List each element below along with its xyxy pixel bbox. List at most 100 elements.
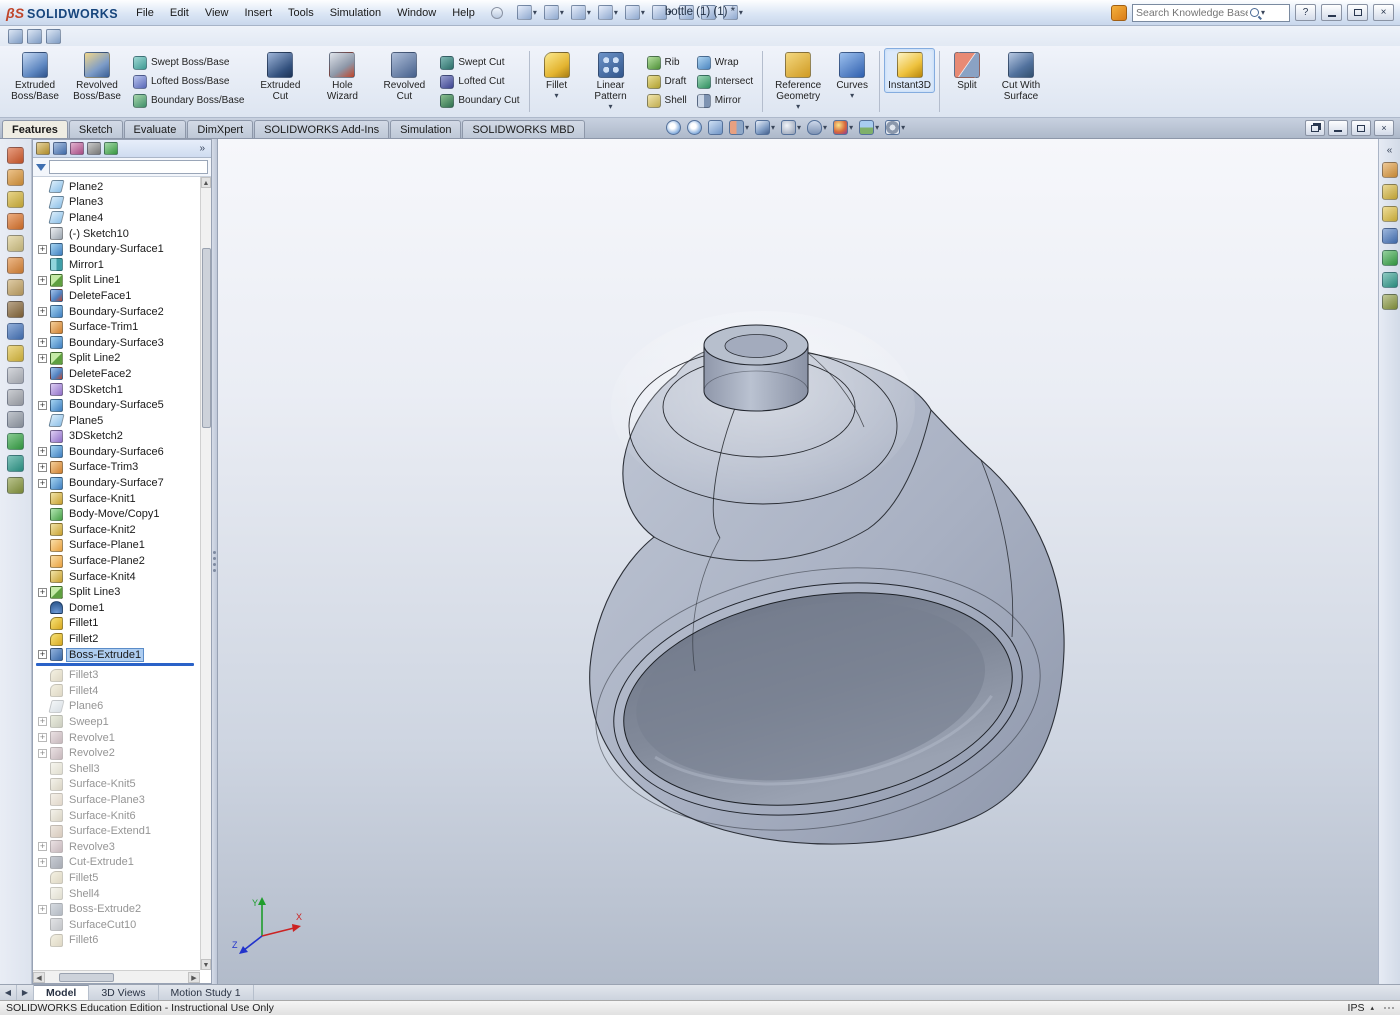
linear-pattern-button[interactable]: Linear Pattern▾: [580, 48, 642, 112]
tree-item-sweep1[interactable]: +Sweep1: [33, 714, 200, 730]
units-caret-icon[interactable]: ▴: [1370, 1004, 1374, 1012]
tab-features[interactable]: Features: [2, 120, 68, 138]
tree-item-mirror1[interactable]: Mirror1: [33, 257, 200, 273]
section-view-caret-icon[interactable]: ▾: [745, 124, 749, 132]
tree-hscroll-thumb[interactable]: [59, 973, 114, 982]
undo-caret-icon[interactable]: ▾: [641, 9, 645, 17]
expand-toggle-icon[interactable]: +: [38, 401, 47, 410]
tree-item-boss-extrude2[interactable]: +Boss-Extrude2: [33, 901, 200, 917]
rollback-bar[interactable]: [36, 663, 194, 666]
undo-button[interactable]: ▾: [623, 4, 647, 21]
tree-item-deleteface2[interactable]: DeleteFace2: [33, 366, 200, 382]
tree-item-boss-extrude1[interactable]: +Boss-Extrude1: [33, 647, 200, 663]
left-tool-4-icon[interactable]: [7, 213, 24, 230]
tree-item-surface-plane2[interactable]: Surface-Plane2: [33, 553, 200, 569]
configuration-manager-tab[interactable]: [70, 142, 84, 155]
split-button[interactable]: Split: [944, 48, 990, 93]
edit-appearance-caret-icon[interactable]: ▾: [849, 124, 853, 132]
cut-with-surface-button[interactable]: Cut With Surface: [990, 48, 1052, 104]
expand-toggle-icon[interactable]: +: [38, 307, 47, 316]
left-tool-12-icon[interactable]: [7, 389, 24, 406]
tree-item-plane4[interactable]: Plane4: [33, 210, 200, 226]
save-caret-icon[interactable]: ▾: [587, 9, 591, 17]
neck-inner-edge[interactable]: [725, 335, 787, 358]
tree-item-revolve1[interactable]: +Revolve1: [33, 730, 200, 746]
tree-item-body-move-copy1[interactable]: Body-Move/Copy1: [33, 506, 200, 522]
tree-item-split-line3[interactable]: +Split Line3: [33, 584, 200, 600]
search-input[interactable]: [1136, 7, 1248, 19]
tree-item-split-line1[interactable]: +Split Line1: [33, 273, 200, 289]
expand-toggle-icon[interactable]: +: [38, 733, 47, 742]
tree-item-surface-knit5[interactable]: Surface-Knit5: [33, 777, 200, 793]
tree-item-boundary-surface5[interactable]: +Boundary-Surface5: [33, 397, 200, 413]
left-tool-9-icon[interactable]: [7, 323, 24, 340]
expand-toggle-icon[interactable]: +: [38, 717, 47, 726]
tree-item-surface-trim1[interactable]: Surface-Trim1: [33, 319, 200, 335]
home-icon[interactable]: [1382, 162, 1398, 178]
open-caret-icon[interactable]: ▾: [560, 9, 564, 17]
left-tool-6-icon[interactable]: [7, 257, 24, 274]
left-tool-2-icon[interactable]: [7, 169, 24, 186]
extruded-cut-button[interactable]: Extruded Cut: [249, 48, 311, 104]
section-view-button[interactable]: ▾: [727, 119, 751, 136]
tab-dimxpert[interactable]: DimXpert: [187, 120, 253, 138]
apply-scene-caret-icon[interactable]: ▾: [875, 124, 879, 132]
curves-button[interactable]: Curves▾: [829, 48, 875, 101]
tree-item-plane3[interactable]: Plane3: [33, 195, 200, 211]
tree-item-3dsketch1[interactable]: 3DSketch1: [33, 382, 200, 398]
left-tool-13-icon[interactable]: [7, 411, 24, 428]
tree-item-surface-extend1[interactable]: Surface-Extend1: [33, 823, 200, 839]
minimize-button[interactable]: [1321, 4, 1342, 21]
view-orientation-caret-icon[interactable]: ▾: [771, 124, 775, 132]
mirror-button[interactable]: Mirror: [692, 91, 758, 110]
tree-item-3dsketch2[interactable]: 3DSketch2: [33, 429, 200, 445]
draft-button[interactable]: Draft: [642, 72, 692, 91]
tab-sketch[interactable]: Sketch: [69, 120, 123, 138]
menu-help[interactable]: Help: [444, 4, 483, 22]
tree-item-deleteface1[interactable]: DeleteFace1: [33, 288, 200, 304]
tree-item-dome1[interactable]: Dome1: [33, 600, 200, 616]
menu-tools[interactable]: Tools: [280, 4, 322, 22]
manager-tabs-overflow-icon[interactable]: »: [196, 143, 208, 154]
menu-window[interactable]: Window: [389, 4, 444, 22]
open-button[interactable]: ▾: [542, 4, 566, 21]
close-button[interactable]: ×: [1373, 4, 1394, 21]
expand-toggle-icon[interactable]: +: [38, 245, 47, 254]
scroll-right-icon[interactable]: ▶: [188, 972, 200, 983]
expand-toggle-icon[interactable]: +: [38, 842, 47, 851]
left-tool-8-icon[interactable]: [7, 301, 24, 318]
tree-item-cut-extrude1[interactable]: +Cut-Extrude1: [33, 855, 200, 871]
reference-geometry-caret-icon[interactable]: ▾: [796, 103, 800, 110]
tree-item-plane5[interactable]: Plane5: [33, 413, 200, 429]
boundary-cut-button[interactable]: Boundary Cut: [435, 91, 524, 110]
hide-show-items-button[interactable]: ▾: [805, 119, 829, 136]
custom-properties-icon[interactable]: [1382, 294, 1398, 310]
tree-item-fillet5[interactable]: Fillet5: [33, 870, 200, 886]
expand-toggle-icon[interactable]: +: [38, 479, 47, 488]
screen-capture-icon[interactable]: [8, 29, 23, 44]
scenes-icon[interactable]: [1382, 272, 1398, 288]
taskpane-expand-icon[interactable]: «: [1387, 145, 1393, 156]
print-button[interactable]: ▾: [596, 4, 620, 21]
appearances-icon[interactable]: [1382, 250, 1398, 266]
menu-file[interactable]: File: [128, 4, 162, 22]
tree-item-surface-plane1[interactable]: Surface-Plane1: [33, 538, 200, 554]
expand-toggle-icon[interactable]: +: [38, 338, 47, 347]
graphics-viewport[interactable]: Y X Z: [218, 139, 1378, 984]
expand-toggle-icon[interactable]: +: [38, 354, 47, 363]
menu-pin-icon[interactable]: [491, 7, 503, 19]
zoom-to-area-button[interactable]: [685, 119, 704, 136]
tree-item-boundary-surface1[interactable]: +Boundary-Surface1: [33, 241, 200, 257]
dimxpert-manager-tab[interactable]: [87, 142, 101, 155]
left-tool-11-icon[interactable]: [7, 367, 24, 384]
left-tool-16-icon[interactable]: [7, 477, 24, 494]
shell-button[interactable]: Shell: [642, 91, 692, 110]
tree-item-fillet3[interactable]: Fillet3: [33, 667, 200, 683]
options-caret-icon[interactable]: ▾: [739, 9, 743, 17]
menu-edit[interactable]: Edit: [162, 4, 197, 22]
cascade-document-button[interactable]: [1305, 120, 1325, 136]
tree-item-boundary-surface3[interactable]: +Boundary-Surface3: [33, 335, 200, 351]
tree-item-revolve2[interactable]: +Revolve2: [33, 745, 200, 761]
new-document-button[interactable]: ▾: [515, 4, 539, 21]
tree-item-boundary-surface2[interactable]: +Boundary-Surface2: [33, 304, 200, 320]
